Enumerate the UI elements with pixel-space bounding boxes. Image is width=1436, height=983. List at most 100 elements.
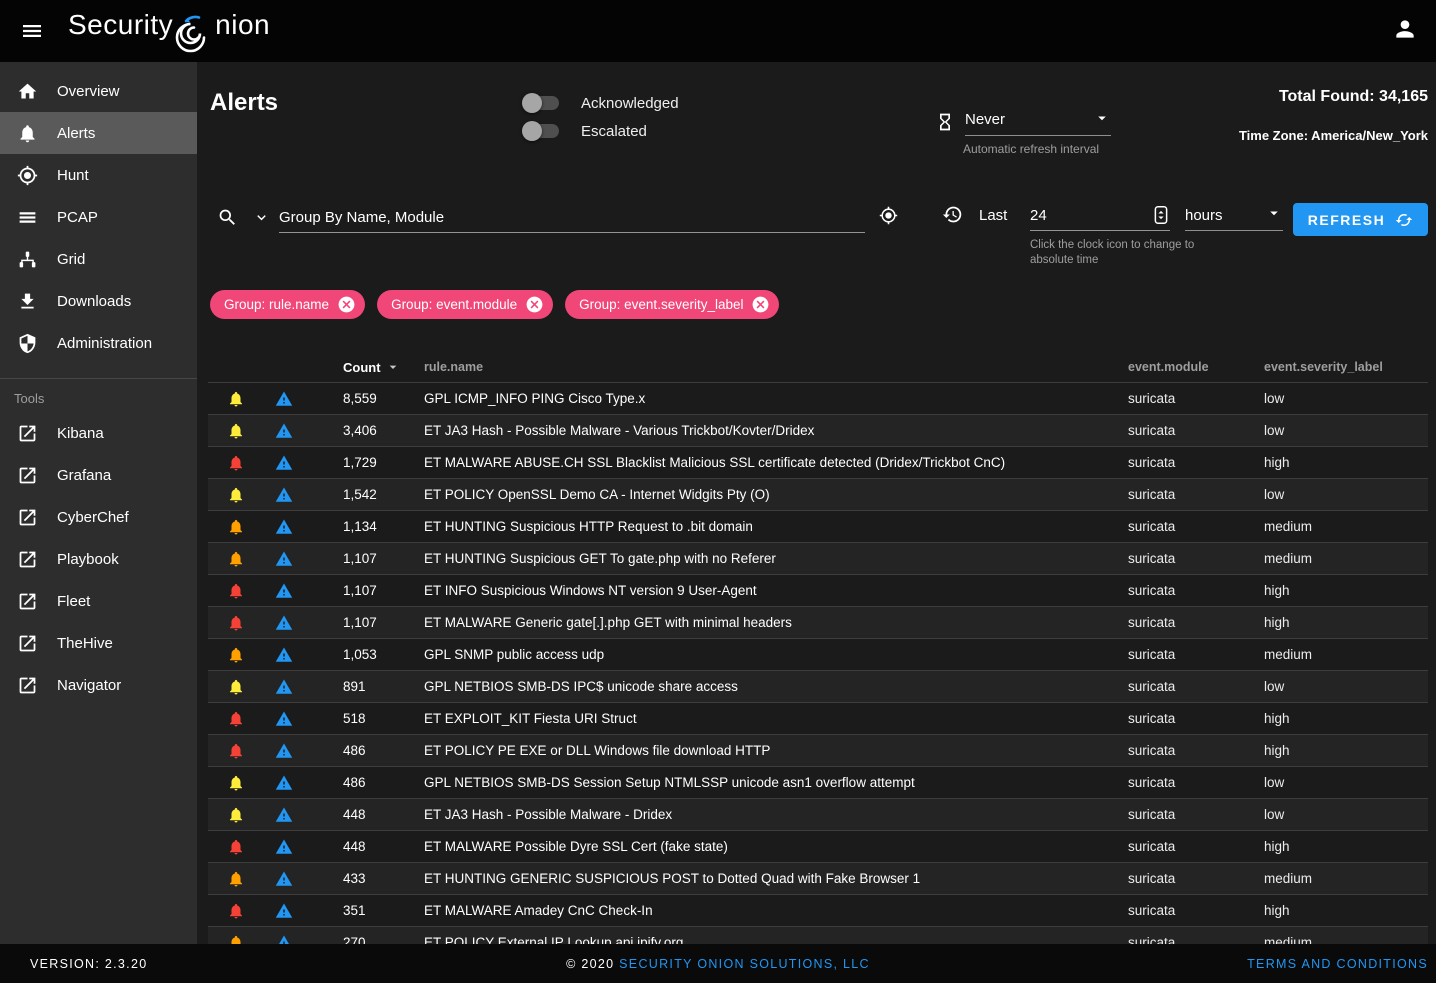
chip-label: Group: event.severity_label bbox=[579, 297, 743, 312]
severity-bell-icon[interactable] bbox=[208, 582, 264, 600]
severity-bell-icon[interactable] bbox=[208, 742, 264, 760]
alert-warning-icon[interactable] bbox=[264, 870, 304, 888]
severity-bell-icon[interactable] bbox=[208, 806, 264, 824]
severity-bell-icon[interactable] bbox=[208, 390, 264, 408]
duration-input[interactable] bbox=[1030, 207, 1130, 224]
sidebar-tool-kibana[interactable]: Kibana bbox=[0, 412, 197, 454]
severity-bell-icon[interactable] bbox=[208, 454, 264, 472]
crosshair-icon[interactable] bbox=[879, 206, 899, 226]
severity-bell-icon[interactable] bbox=[208, 518, 264, 536]
severity-bell-icon[interactable] bbox=[208, 550, 264, 568]
table-row[interactable]: 448ET MALWARE Possible Dyre SSL Cert (fa… bbox=[208, 830, 1428, 862]
acknowledged-toggle[interactable] bbox=[525, 96, 559, 110]
alert-warning-icon[interactable] bbox=[264, 550, 304, 568]
severity-bell-icon[interactable] bbox=[208, 486, 264, 504]
row-rule-name: ET POLICY PE EXE or DLL Windows file dow… bbox=[424, 743, 1128, 758]
row-count: 270 bbox=[304, 935, 424, 944]
alert-warning-icon[interactable] bbox=[264, 774, 304, 792]
sidebar-item-pcap[interactable]: PCAP bbox=[0, 196, 197, 238]
table-row[interactable]: 8,559GPL ICMP_INFO PING Cisco Type.xsuri… bbox=[208, 382, 1428, 414]
filter-chip-event-module[interactable]: Group: event.module bbox=[377, 290, 553, 319]
escalated-toggle[interactable] bbox=[525, 124, 559, 138]
user-account-icon[interactable] bbox=[1392, 16, 1422, 46]
alert-warning-icon[interactable] bbox=[264, 934, 304, 945]
table-row[interactable]: 270ET POLICY External IP Lookup api.ipif… bbox=[208, 926, 1428, 944]
row-severity-label: medium bbox=[1264, 551, 1428, 566]
sidebar-tool-fleet[interactable]: Fleet bbox=[0, 580, 197, 622]
row-count: 891 bbox=[304, 679, 424, 694]
sidebar-tool-navigator[interactable]: Navigator bbox=[0, 664, 197, 706]
filter-chip-rule-name[interactable]: Group: rule.name bbox=[210, 290, 365, 319]
table-row[interactable]: 1,134ET HUNTING Suspicious HTTP Request … bbox=[208, 510, 1428, 542]
severity-bell-icon[interactable] bbox=[208, 614, 264, 632]
alert-warning-icon[interactable] bbox=[264, 486, 304, 504]
stepper-icon[interactable] bbox=[1152, 205, 1170, 225]
table-row[interactable]: 3,406ET JA3 Hash - Possible Malware - Va… bbox=[208, 414, 1428, 446]
alert-warning-icon[interactable] bbox=[264, 806, 304, 824]
alert-warning-icon[interactable] bbox=[264, 678, 304, 696]
sidebar-item-administration[interactable]: Administration bbox=[0, 322, 197, 364]
table-row[interactable]: 351ET MALWARE Amadey CnC Check-Insuricat… bbox=[208, 894, 1428, 926]
severity-bell-icon[interactable] bbox=[208, 678, 264, 696]
table-row[interactable]: 1,107ET HUNTING Suspicious GET To gate.p… bbox=[208, 542, 1428, 574]
severity-bell-icon[interactable] bbox=[208, 870, 264, 888]
table-row[interactable]: 1,053GPL SNMP public access udpsuricatam… bbox=[208, 638, 1428, 670]
terms-link[interactable]: TERMS AND CONDITIONS bbox=[1247, 957, 1428, 971]
table-row[interactable]: 486GPL NETBIOS SMB-DS Session Setup NTML… bbox=[208, 766, 1428, 798]
alert-warning-icon[interactable] bbox=[264, 710, 304, 728]
row-severity-label: medium bbox=[1264, 935, 1428, 944]
severity-bell-icon[interactable] bbox=[208, 774, 264, 792]
table-row[interactable]: 891GPL NETBIOS SMB-DS IPC$ unicode share… bbox=[208, 670, 1428, 702]
close-circle-icon[interactable] bbox=[751, 295, 770, 314]
severity-bell-icon[interactable] bbox=[208, 422, 264, 440]
table-row[interactable]: 486ET POLICY PE EXE or DLL Windows file … bbox=[208, 734, 1428, 766]
alert-warning-icon[interactable] bbox=[264, 646, 304, 664]
alert-warning-icon[interactable] bbox=[264, 838, 304, 856]
count-column-header[interactable]: Count bbox=[304, 359, 424, 375]
search-input[interactable] bbox=[279, 203, 865, 233]
alert-warning-icon[interactable] bbox=[264, 902, 304, 920]
duration-unit-select[interactable]: hours bbox=[1185, 200, 1283, 231]
table-row[interactable]: 433ET HUNTING GENERIC SUSPICIOUS POST to… bbox=[208, 862, 1428, 894]
row-count: 8,559 bbox=[304, 391, 424, 406]
refresh-button[interactable]: REFRESH bbox=[1293, 203, 1428, 236]
severity-bell-icon[interactable] bbox=[208, 902, 264, 920]
sidebar-tool-grafana[interactable]: Grafana bbox=[0, 454, 197, 496]
sidebar-item-grid[interactable]: Grid bbox=[0, 238, 197, 280]
solutions-link[interactable]: SECURITY ONION SOLUTIONS, LLC bbox=[619, 957, 870, 971]
close-circle-icon[interactable] bbox=[337, 295, 356, 314]
alert-warning-icon[interactable] bbox=[264, 582, 304, 600]
query-dropdown-chevron-icon[interactable] bbox=[253, 209, 271, 227]
sidebar-item-hunt[interactable]: Hunt bbox=[0, 154, 197, 196]
refresh-interval-select[interactable]: Never bbox=[965, 104, 1111, 136]
history-clock-icon[interactable] bbox=[942, 204, 964, 226]
sidebar-item-overview[interactable]: Overview bbox=[0, 70, 197, 112]
table-row[interactable]: 518ET EXPLOIT_KIT Fiesta URI Structsuric… bbox=[208, 702, 1428, 734]
severity-bell-icon[interactable] bbox=[208, 838, 264, 856]
severity-bell-icon[interactable] bbox=[208, 646, 264, 664]
severity-bell-icon[interactable] bbox=[208, 710, 264, 728]
table-row[interactable]: 1,542ET POLICY OpenSSL Demo CA - Interne… bbox=[208, 478, 1428, 510]
alert-warning-icon[interactable] bbox=[264, 742, 304, 760]
security-onion-logo: Security nion bbox=[68, 9, 270, 53]
table-row[interactable]: 1,107ET INFO Suspicious Windows NT versi… bbox=[208, 574, 1428, 606]
close-circle-icon[interactable] bbox=[525, 295, 544, 314]
alert-warning-icon[interactable] bbox=[264, 422, 304, 440]
alert-warning-icon[interactable] bbox=[264, 390, 304, 408]
sidebar-tool-cyberchef[interactable]: CyberChef bbox=[0, 496, 197, 538]
table-row[interactable]: 1,107ET MALWARE Generic gate[.].php GET … bbox=[208, 606, 1428, 638]
sort-desc-icon bbox=[385, 359, 401, 375]
alert-warning-icon[interactable] bbox=[264, 518, 304, 536]
row-event-module: suricata bbox=[1128, 711, 1264, 726]
sidebar-tool-thehive[interactable]: TheHive bbox=[0, 622, 197, 664]
filter-chip-event-severity-label[interactable]: Group: event.severity_label bbox=[565, 290, 779, 319]
sidebar-tool-playbook[interactable]: Playbook bbox=[0, 538, 197, 580]
alert-warning-icon[interactable] bbox=[264, 614, 304, 632]
sidebar-item-downloads[interactable]: Downloads bbox=[0, 280, 197, 322]
sidebar-item-alerts[interactable]: Alerts bbox=[0, 112, 197, 154]
alert-warning-icon[interactable] bbox=[264, 454, 304, 472]
severity-bell-icon[interactable] bbox=[208, 934, 264, 945]
menu-icon[interactable] bbox=[14, 13, 50, 49]
table-row[interactable]: 1,729ET MALWARE ABUSE.CH SSL Blacklist M… bbox=[208, 446, 1428, 478]
table-row[interactable]: 448ET JA3 Hash - Possible Malware - Drid… bbox=[208, 798, 1428, 830]
